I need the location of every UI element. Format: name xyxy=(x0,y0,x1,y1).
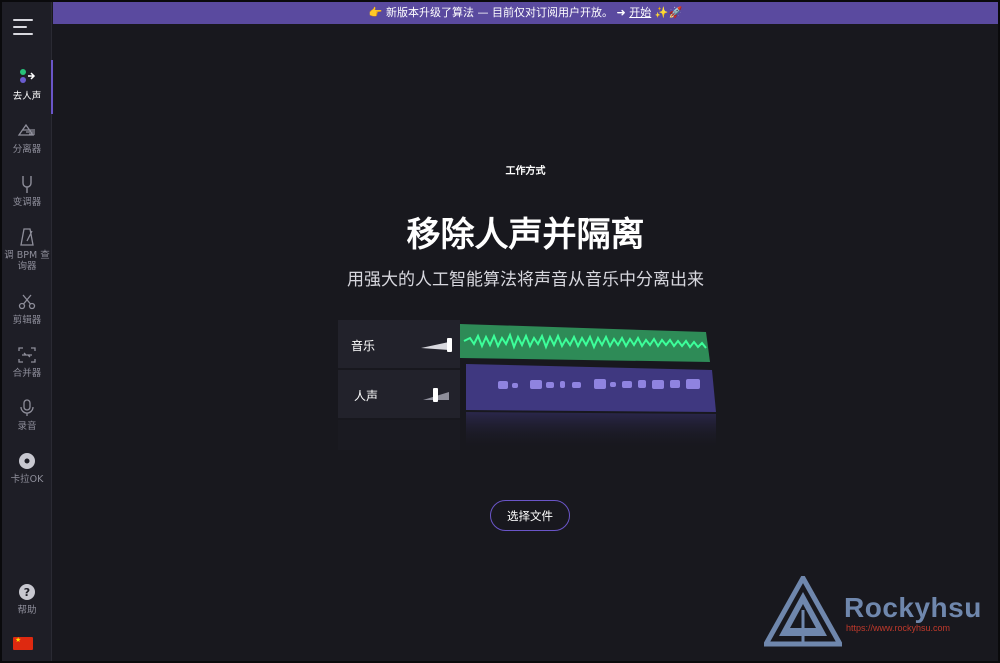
sidebar-item-karaoke[interactable]: 卡拉OK xyxy=(2,451,52,485)
watermark: Rockyhsu https://www.rockyhsu.com xyxy=(764,576,984,648)
volume-fader-icon xyxy=(421,338,452,352)
scissors-icon xyxy=(18,294,36,310)
select-file-button[interactable]: 选择文件 xyxy=(490,500,570,531)
page-subtitle: 用强大的人工智能算法将声音从音乐中分离出来 xyxy=(347,270,704,290)
sidebar-item-label: 变调器 xyxy=(12,197,42,208)
track-label-music: 音乐 xyxy=(351,339,376,353)
volume-fader-icon xyxy=(423,388,449,402)
sidebar-item-splitter[interactable]: 分离器 xyxy=(2,121,52,155)
sidebar-item-vocal-remover[interactable]: 去人声 xyxy=(2,60,53,114)
track-row-music: 音乐 xyxy=(338,320,460,368)
track-row-reflection xyxy=(338,420,460,450)
section-kicker: 工作方式 xyxy=(505,166,546,177)
sidebar: 去人声 分离器 变调器 调 BPM 查询器 剪辑器 合并器 录音 卡拉OK ? … xyxy=(2,2,53,661)
tuning-fork-icon xyxy=(22,176,32,193)
track-row-vocals: 人声 xyxy=(338,370,460,418)
sidebar-item-label: 调 BPM 查询器 xyxy=(4,250,50,272)
sidebar-item-label: 录音 xyxy=(17,421,37,432)
banner-start-link[interactable]: 开始 xyxy=(629,6,651,19)
sidebar-item-label: 去人声 xyxy=(12,91,42,102)
menu-icon[interactable] xyxy=(13,17,35,37)
page-title: 移除人声并隔离 xyxy=(406,215,645,255)
vocal-remover-icon xyxy=(20,69,36,83)
banner-trail: ✨🚀 xyxy=(651,6,683,19)
watermark-name: Rockyhsu xyxy=(844,592,982,623)
sidebar-item-label: 合并器 xyxy=(12,368,42,379)
sidebar-item-joiner[interactable]: 合并器 xyxy=(2,345,52,379)
svg-text:?: ? xyxy=(24,586,30,599)
sidebar-item-pitch[interactable]: 变调器 xyxy=(2,174,52,208)
sidebar-item-label: 剪辑器 xyxy=(12,315,42,326)
metronome-icon xyxy=(20,228,34,246)
announcement-banner: 👉 新版本升级了算法 — 目前仅对订阅用户开放。 ➜ 开始 ✨🚀 xyxy=(53,2,998,24)
sidebar-item-bpm[interactable]: 调 BPM 查询器 xyxy=(2,227,52,272)
sidebar-item-recorder[interactable]: 录音 xyxy=(2,398,52,432)
joiner-icon xyxy=(18,347,36,363)
separation-demo-illustration: 音乐 人声 xyxy=(338,320,723,450)
sidebar-item-help[interactable]: ? 帮助 xyxy=(2,582,52,616)
sidebar-item-label: 卡拉OK xyxy=(10,474,44,485)
china-flag-icon[interactable] xyxy=(13,635,33,650)
help-icon: ? xyxy=(19,584,35,600)
microphone-icon xyxy=(20,399,34,416)
splitter-icon xyxy=(17,123,35,136)
sidebar-item-cutter[interactable]: 剪辑器 xyxy=(2,292,52,326)
disc-icon xyxy=(19,453,35,469)
watermark-url: https://www.rockyhsu.com xyxy=(846,623,951,633)
track-label-vocals: 人声 xyxy=(354,389,379,403)
banner-text: 👉 新版本升级了算法 — 目前仅对订阅用户开放。 ➜ xyxy=(368,6,630,19)
sidebar-item-label: 帮助 xyxy=(17,605,37,616)
rockyhsu-logo-icon xyxy=(764,576,842,647)
sidebar-item-label: 分离器 xyxy=(12,144,42,155)
waveform-panel xyxy=(460,324,716,450)
